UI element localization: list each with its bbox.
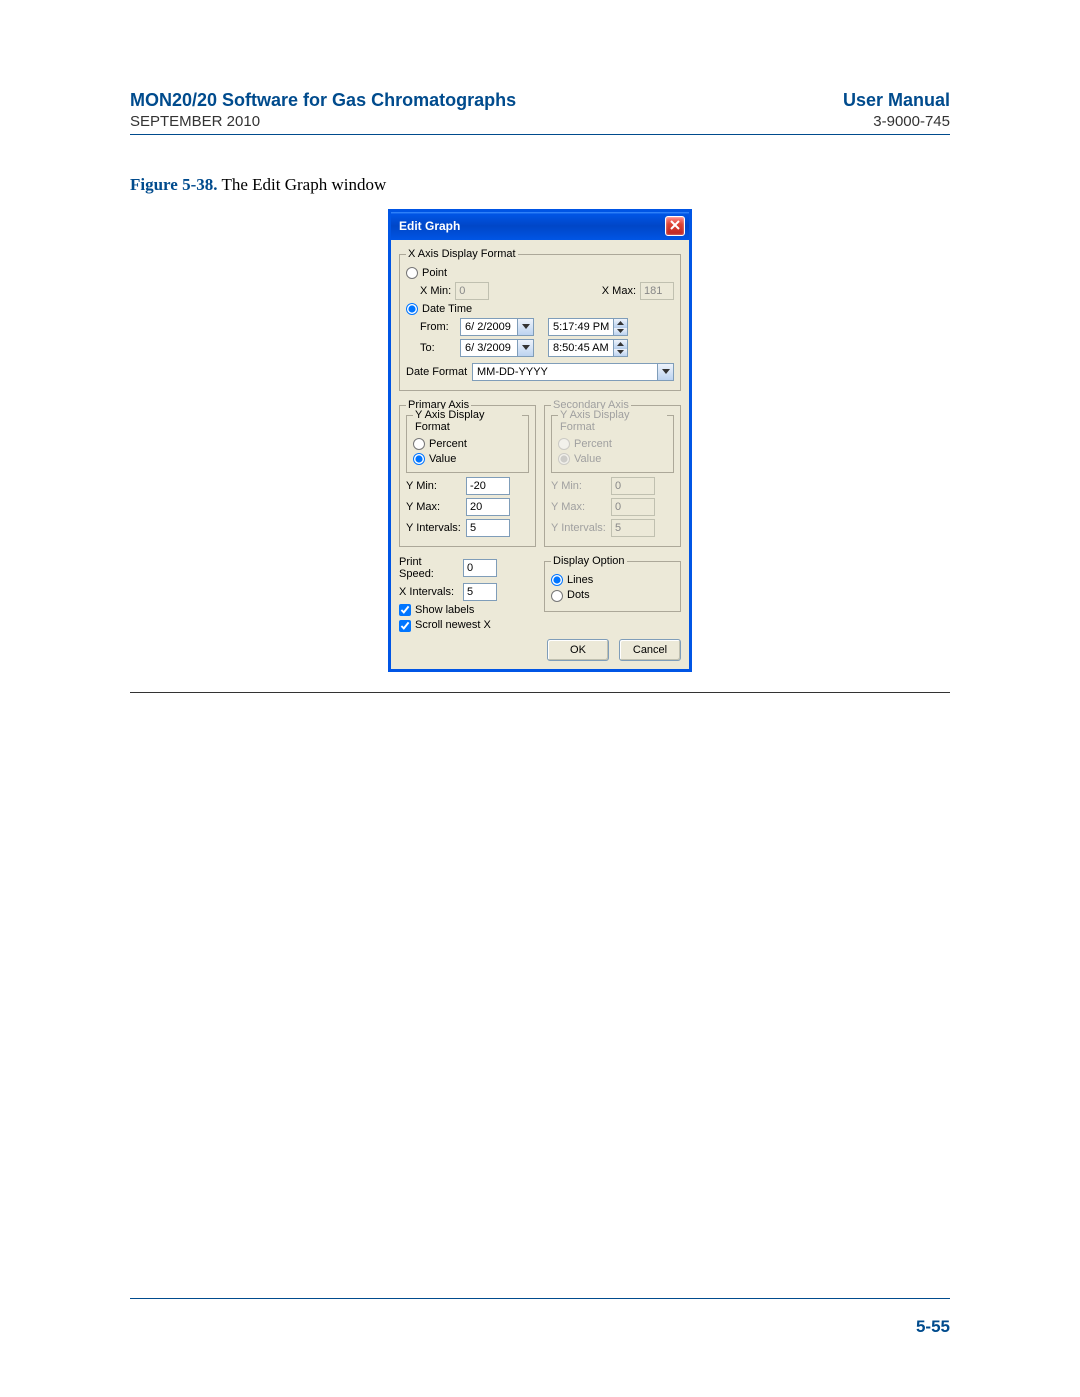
secondary-yint-label: Y Intervals:: [551, 522, 607, 534]
secondary-ymax-input: [611, 498, 655, 516]
figure-caption-text: The Edit Graph window: [221, 175, 386, 194]
triangle-down-icon: [614, 327, 627, 336]
to-time-spinner[interactable]: 8:50:45 AM: [548, 339, 628, 357]
primary-yint-label: Y Intervals:: [406, 522, 462, 534]
xmin-label: X Min:: [420, 285, 451, 297]
dateformat-combo[interactable]: MM-DD-YYYY: [472, 363, 674, 381]
printspeed-label: Print Speed:: [399, 556, 459, 580]
triangle-up-icon: [614, 340, 627, 348]
primary-value-radio[interactable]: Value: [413, 453, 456, 465]
secondary-axis-group: Secondary Axis Y Axis Display Format Per…: [544, 399, 681, 547]
chevron-down-icon: [657, 364, 673, 380]
secondary-ymax-label: Y Max:: [551, 501, 607, 513]
secondary-value-radio: Value: [558, 453, 601, 465]
to-date-combo[interactable]: 6/ 3/2009: [460, 339, 534, 357]
triangle-down-icon: [614, 348, 627, 357]
showlabels-checkbox[interactable]: Show labels: [399, 604, 474, 616]
triangle-up-icon: [614, 319, 627, 327]
primary-yint-input[interactable]: [466, 519, 510, 537]
figure-number: Figure 5-38.: [130, 175, 218, 194]
page-number: 5-55: [916, 1317, 950, 1337]
display-option-group: Display Option Lines Dots: [544, 555, 681, 611]
doc-date: SEPTEMBER 2010: [130, 113, 260, 130]
primary-yaxis-legend: Y Axis Display Format: [413, 409, 522, 433]
primary-ymin-label: Y Min:: [406, 480, 462, 492]
doc-manual: User Manual: [843, 90, 950, 111]
secondary-yaxis-legend: Y Axis Display Format: [558, 409, 667, 433]
from-time-spinner[interactable]: 5:17:49 PM: [548, 318, 628, 336]
lines-radio[interactable]: Lines: [551, 574, 593, 586]
datetime-radio[interactable]: Date Time: [406, 303, 472, 315]
x-axis-legend: X Axis Display Format: [406, 248, 518, 260]
primary-ymax-input[interactable]: [466, 498, 510, 516]
footer-rule: [130, 1298, 950, 1299]
section-rule: [130, 692, 950, 693]
primary-axis-group: Primary Axis Y Axis Display Format Perce…: [399, 399, 536, 547]
ok-button[interactable]: OK: [547, 639, 609, 661]
xintervals-input[interactable]: [463, 583, 497, 601]
secondary-yint-input: [611, 519, 655, 537]
primary-ymax-label: Y Max:: [406, 501, 462, 513]
secondary-yaxis-group: Y Axis Display Format Percent Value: [551, 415, 674, 473]
close-button[interactable]: [665, 216, 685, 236]
dialog-titlebar[interactable]: Edit Graph: [391, 212, 689, 240]
doc-title: MON20/20 Software for Gas Chromatographs: [130, 90, 516, 111]
xmin-input: [455, 282, 489, 300]
display-option-legend: Display Option: [551, 555, 627, 567]
close-icon: [670, 219, 680, 233]
cancel-button[interactable]: Cancel: [619, 639, 681, 661]
from-label: From:: [420, 321, 456, 333]
header-rule: [130, 134, 950, 135]
dialog-title: Edit Graph: [399, 219, 460, 233]
edit-graph-dialog: Edit Graph X Axis Display Format Point X…: [388, 209, 692, 672]
to-label: To:: [420, 342, 456, 354]
xmax-label: X Max:: [602, 285, 636, 297]
doc-number: 3-9000-745: [873, 113, 950, 130]
printspeed-input[interactable]: [463, 559, 497, 577]
secondary-ymin-label: Y Min:: [551, 480, 607, 492]
xmax-input: [640, 282, 674, 300]
secondary-ymin-input: [611, 477, 655, 495]
dots-radio[interactable]: Dots: [551, 589, 590, 601]
from-date-combo[interactable]: 6/ 2/2009: [460, 318, 534, 336]
primary-ymin-input[interactable]: [466, 477, 510, 495]
x-axis-group: X Axis Display Format Point X Min: X Max…: [399, 248, 681, 391]
scrollnewest-checkbox[interactable]: Scroll newest X: [399, 619, 491, 631]
secondary-percent-radio: Percent: [558, 438, 612, 450]
dateformat-label: Date Format: [406, 366, 468, 378]
point-radio[interactable]: Point: [406, 267, 447, 279]
primary-percent-radio[interactable]: Percent: [413, 438, 467, 450]
xintervals-label: X Intervals:: [399, 586, 459, 598]
chevron-down-icon: [517, 319, 533, 335]
figure-caption: Figure 5-38. The Edit Graph window: [130, 175, 950, 195]
primary-yaxis-group: Y Axis Display Format Percent Value: [406, 415, 529, 473]
chevron-down-icon: [517, 340, 533, 356]
